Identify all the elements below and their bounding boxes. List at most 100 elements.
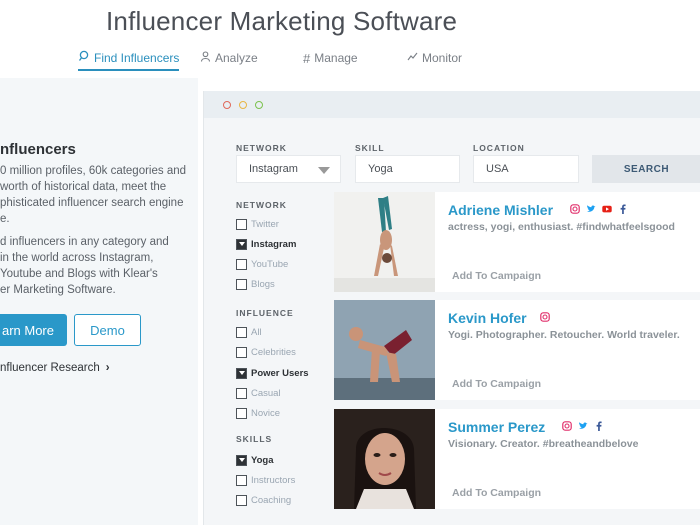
filter-heading-influence: INFLUENCE xyxy=(236,308,294,318)
checkbox[interactable] xyxy=(236,495,247,506)
influencer-research-link[interactable]: nfluencer Research › xyxy=(0,362,110,374)
checkbox[interactable] xyxy=(236,327,247,338)
result-card: Kevin Hofer Yogi. Photographer. Retouche… xyxy=(334,300,700,400)
add-to-campaign-button[interactable]: Add To Campaign xyxy=(452,270,541,282)
skill-input-value: Yoga xyxy=(368,163,393,175)
network-label: NETWORK xyxy=(236,143,287,153)
filter-label: Celebrities xyxy=(251,347,296,358)
filter-novice[interactable]: Novice xyxy=(236,408,280,419)
twitter-icon[interactable] xyxy=(578,421,588,431)
checkbox[interactable] xyxy=(236,279,247,290)
checkbox[interactable] xyxy=(236,347,247,358)
influencer-bio: Visionary. Creator. #breatheandbelove xyxy=(448,438,639,450)
link-label: nfluencer Research xyxy=(0,362,100,374)
instagram-icon[interactable] xyxy=(540,312,550,322)
panel-description: 0 million profiles, 60k categories and w… xyxy=(0,165,187,225)
filter-youtube[interactable]: YouTube xyxy=(236,259,288,270)
filter-label: Instructors xyxy=(251,475,296,486)
filter-celebrities[interactable]: Celebrities xyxy=(236,347,296,358)
influencer-name[interactable]: Kevin Hofer xyxy=(448,310,527,326)
twitter-icon[interactable] xyxy=(586,204,596,214)
filter-label: Twitter xyxy=(251,219,279,230)
checkbox[interactable] xyxy=(236,219,247,230)
tab-label: Monitor xyxy=(422,51,463,65)
search-button[interactable]: SEARCH xyxy=(592,155,700,183)
filter-instagram[interactable]: Instagram xyxy=(236,239,296,250)
location-input-value: USA xyxy=(486,163,509,175)
social-icons xyxy=(570,204,628,214)
filter-heading-skills: SKILLS xyxy=(236,434,273,444)
filter-label: Blogs xyxy=(251,279,275,290)
window-body: NETWORK Instagram SKILL Yoga LOCATION US… xyxy=(204,118,700,525)
chevron-right-icon: › xyxy=(105,362,110,374)
checkbox[interactable] xyxy=(236,259,247,270)
filter-label: YouTube xyxy=(251,259,289,270)
influencer-photo[interactable] xyxy=(334,409,435,509)
social-icons xyxy=(540,312,550,322)
add-to-campaign-button[interactable]: Add To Campaign xyxy=(452,378,541,390)
location-input[interactable]: USA xyxy=(473,155,579,183)
chevron-down-icon xyxy=(318,167,330,174)
search-person-icon xyxy=(78,50,90,65)
network-select[interactable]: Instagram xyxy=(236,155,341,183)
app-window: NETWORK Instagram SKILL Yoga LOCATION US… xyxy=(203,91,700,525)
demo-button[interactable]: Demo xyxy=(74,314,141,346)
instagram-icon[interactable] xyxy=(562,421,572,431)
checkbox[interactable] xyxy=(236,239,247,250)
result-card: Adriene Mishler actress, yogi, enthusias… xyxy=(334,192,700,292)
page-title: Influencer Marketing Software xyxy=(106,6,458,36)
filter-casual[interactable]: Casual xyxy=(236,388,281,399)
tab-analyze[interactable]: Analyze xyxy=(200,46,258,70)
location-label: LOCATION xyxy=(473,143,525,153)
tab-find-influencers[interactable]: Find Influencers xyxy=(78,46,180,71)
learn-more-button[interactable]: arn More xyxy=(0,314,67,346)
filter-yoga[interactable]: Yoga xyxy=(236,455,274,466)
tab-label: Find Influencers xyxy=(94,50,180,65)
tab-label: Manage xyxy=(314,51,358,65)
filter-label: Coaching xyxy=(251,495,292,506)
filter-label: Casual xyxy=(251,388,281,399)
marketing-panel: nfluencers 0 million profiles, 60k categ… xyxy=(0,78,198,525)
influencer-name[interactable]: Adriene Mishler xyxy=(448,202,553,218)
window-title-bar xyxy=(204,91,700,118)
skill-label: SKILL xyxy=(355,143,385,153)
tab-monitor[interactable]: Monitor xyxy=(407,46,462,70)
add-to-campaign-button[interactable]: Add To Campaign xyxy=(452,487,541,499)
youtube-icon[interactable] xyxy=(602,204,612,214)
facebook-icon[interactable] xyxy=(618,204,628,214)
checkbox[interactable] xyxy=(236,408,247,419)
filter-label: Yoga xyxy=(251,455,274,466)
filter-label: Instagram xyxy=(251,239,297,250)
close-dot-icon xyxy=(223,101,231,109)
filter-label: Novice xyxy=(251,408,281,419)
checkbox[interactable] xyxy=(236,388,247,399)
filter-twitter[interactable]: Twitter xyxy=(236,219,279,230)
trend-icon xyxy=(407,51,418,65)
panel-description-2: d influencers in any category and in the… xyxy=(0,236,169,296)
tab-label: Analyze xyxy=(215,51,258,65)
influencer-bio: Yogi. Photographer. Retoucher. World tra… xyxy=(448,329,680,341)
influencer-name[interactable]: Summer Perez xyxy=(448,419,545,435)
influencer-photo[interactable] xyxy=(334,192,435,292)
filter-heading-network: NETWORK xyxy=(236,200,287,210)
filter-all[interactable]: All xyxy=(236,327,262,338)
filter-label: All xyxy=(251,327,262,338)
network-select-value: Instagram xyxy=(249,163,298,175)
filter-power-users[interactable]: Power Users xyxy=(236,368,309,379)
filter-label: Power Users xyxy=(251,368,309,379)
filter-instructors[interactable]: Instructors xyxy=(236,475,295,486)
maximize-dot-icon xyxy=(255,101,263,109)
checkbox[interactable] xyxy=(236,368,247,379)
hash-icon: # xyxy=(303,50,311,66)
tab-manage[interactable]: # Manage xyxy=(303,46,358,70)
checkbox[interactable] xyxy=(236,455,247,466)
facebook-icon[interactable] xyxy=(594,421,604,431)
social-icons xyxy=(562,421,604,431)
skill-input[interactable]: Yoga xyxy=(355,155,460,183)
influencer-photo[interactable] xyxy=(334,300,435,400)
instagram-icon[interactable] xyxy=(570,204,580,214)
result-card: Summer Perez Visionary. Creator. #breath… xyxy=(334,409,700,509)
filter-coaching[interactable]: Coaching xyxy=(236,495,291,506)
checkbox[interactable] xyxy=(236,475,247,486)
filter-blogs[interactable]: Blogs xyxy=(236,279,275,290)
